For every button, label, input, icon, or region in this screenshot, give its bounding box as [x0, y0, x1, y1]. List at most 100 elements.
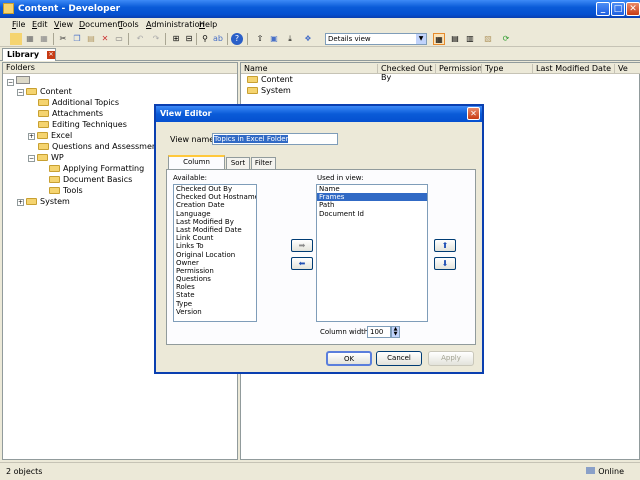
available-list[interactable]: Checked Out By Checked Out Hostname Crea…: [173, 184, 257, 322]
expand-icon[interactable]: ⊞: [170, 33, 182, 45]
close-button[interactable]: ✕: [626, 2, 640, 16]
ok-button[interactable]: OK: [326, 351, 372, 366]
paste-icon[interactable]: ▤: [85, 33, 97, 45]
list-item[interactable]: Original Location: [174, 251, 256, 259]
save-icon[interactable]: ▦: [24, 33, 36, 45]
chevron-down-icon[interactable]: ▼: [416, 34, 426, 44]
column-header-checked-out-by[interactable]: Checked Out By: [377, 64, 435, 82]
list-item[interactable]: Name: [317, 185, 427, 193]
collapse-icon[interactable]: ⊟: [183, 33, 195, 45]
expand-expander[interactable]: +: [17, 199, 24, 206]
menu-edit[interactable]: Edit: [32, 20, 48, 29]
list-item[interactable]: Checked Out By: [174, 185, 256, 193]
save-all-icon[interactable]: ▦: [38, 33, 50, 45]
menu-file[interactable]: File: [12, 20, 25, 29]
tree-item-attachments[interactable]: Attachments: [38, 109, 103, 119]
help-icon[interactable]: ?: [231, 33, 243, 45]
list-item[interactable]: Last Modified Date: [174, 226, 256, 234]
tree-item-excel[interactable]: + Excel: [28, 131, 72, 141]
list-item-selected[interactable]: Frames: [317, 193, 427, 202]
column-width-spinner[interactable]: ▲ ▼: [391, 326, 400, 338]
close-icon[interactable]: ✕: [47, 51, 55, 59]
list-item[interactable]: Owner: [174, 259, 256, 267]
undo-icon[interactable]: ↶: [134, 33, 146, 45]
tree-item-tools[interactable]: Tools: [49, 186, 83, 196]
list-item[interactable]: Checked Out Hostname: [174, 193, 256, 201]
dialog-title-bar: View Editor ✕: [156, 106, 482, 122]
tab-filter[interactable]: Filter: [251, 157, 276, 169]
dialog-close-button[interactable]: ✕: [467, 107, 480, 120]
column-header-last-modified[interactable]: Last Modified Date: [532, 64, 614, 74]
menu-help[interactable]: Help: [199, 20, 217, 29]
tree-item-additional-topics[interactable]: Additional Topics: [38, 98, 119, 108]
columns-view-icon[interactable]: ▥: [464, 33, 476, 45]
add-column-button[interactable]: ➡: [291, 239, 313, 252]
tree-item-wp[interactable]: − WP: [28, 153, 64, 163]
menu-document[interactable]: Document: [79, 20, 120, 29]
list-item[interactable]: Path: [317, 201, 427, 209]
list-item[interactable]: Content: [247, 75, 293, 85]
cancel-button[interactable]: Cancel: [376, 351, 422, 366]
list-item[interactable]: State: [174, 291, 256, 299]
list-item[interactable]: Type: [174, 300, 256, 308]
split-view-icon[interactable]: ▤: [449, 33, 461, 45]
menu-view[interactable]: View: [54, 20, 73, 29]
maximize-button[interactable]: □: [611, 2, 625, 16]
tree-item-document-basics[interactable]: Document Basics: [49, 175, 132, 185]
expand-expander[interactable]: +: [28, 133, 35, 140]
import-icon[interactable]: ⤓: [284, 33, 296, 45]
move-down-button[interactable]: ⬇: [434, 257, 456, 270]
view-name-input[interactable]: Topics in Excel Folder: [212, 133, 338, 145]
collapse-expander[interactable]: −: [7, 79, 14, 86]
find-icon[interactable]: ⚲: [199, 33, 211, 45]
list-item[interactable]: Links To: [174, 242, 256, 250]
list-item[interactable]: Language: [174, 210, 256, 218]
tree-item-content[interactable]: − Content: [17, 87, 72, 97]
properties-icon[interactable]: ▭: [113, 33, 125, 45]
tree-item-system[interactable]: + System: [17, 197, 70, 207]
tab-library[interactable]: Library ✕: [2, 48, 56, 61]
publish-icon[interactable]: ❖: [302, 33, 314, 45]
details-view-icon[interactable]: ▦: [433, 33, 445, 45]
minimize-button[interactable]: _: [596, 2, 610, 16]
open-icon[interactable]: [10, 33, 22, 45]
list-item[interactable]: Questions: [174, 275, 256, 283]
column-header-version[interactable]: Ve: [614, 64, 640, 74]
copy-icon[interactable]: ❐: [71, 33, 83, 45]
list-item[interactable]: Version: [174, 308, 256, 316]
menu-tools[interactable]: Tools: [119, 20, 139, 29]
tab-sort[interactable]: Sort: [226, 157, 250, 169]
list-item[interactable]: Document Id: [317, 210, 427, 218]
spell-check-icon[interactable]: ab: [212, 33, 224, 45]
column-header-permission[interactable]: Permission: [435, 64, 482, 74]
apply-button[interactable]: Apply: [428, 351, 474, 366]
list-item[interactable]: Permission: [174, 267, 256, 275]
menu-administration[interactable]: Administration: [146, 20, 205, 29]
list-item[interactable]: System: [247, 86, 291, 96]
check-in-icon[interactable]: ▣: [268, 33, 280, 45]
remove-column-button[interactable]: ⬅: [291, 257, 313, 270]
column-width-input[interactable]: 100: [367, 326, 391, 338]
tree-root[interactable]: −: [7, 76, 30, 86]
list-item[interactable]: Roles: [174, 283, 256, 291]
list-item[interactable]: Creation Date: [174, 201, 256, 209]
cut-icon[interactable]: ✂: [57, 33, 69, 45]
tree-item-applying-formatting[interactable]: Applying Formatting: [49, 164, 144, 174]
refresh-icon[interactable]: ⟳: [500, 33, 512, 45]
tree-item-questions[interactable]: Questions and Assessments: [38, 142, 164, 152]
used-in-view-list[interactable]: Name Frames Path Document Id: [316, 184, 428, 322]
move-up-button[interactable]: ⬆: [434, 239, 456, 252]
list-item[interactable]: Link Count: [174, 234, 256, 242]
view-editor-icon[interactable]: ▧: [482, 33, 494, 45]
view-select[interactable]: Details view ▼: [325, 33, 427, 45]
tree-item-editing-techniques[interactable]: Editing Techniques: [38, 120, 127, 130]
collapse-expander[interactable]: −: [28, 155, 35, 162]
list-item[interactable]: Last Modified By: [174, 218, 256, 226]
tab-column-selection[interactable]: Column Selection: [168, 155, 225, 177]
delete-icon[interactable]: ✕: [99, 33, 111, 45]
redo-icon[interactable]: ↷: [150, 33, 162, 45]
column-header-type[interactable]: Type: [481, 64, 532, 74]
column-header-name[interactable]: Name: [241, 64, 377, 74]
new-folder-icon[interactable]: ⇧: [254, 33, 266, 45]
collapse-expander[interactable]: −: [17, 89, 24, 96]
